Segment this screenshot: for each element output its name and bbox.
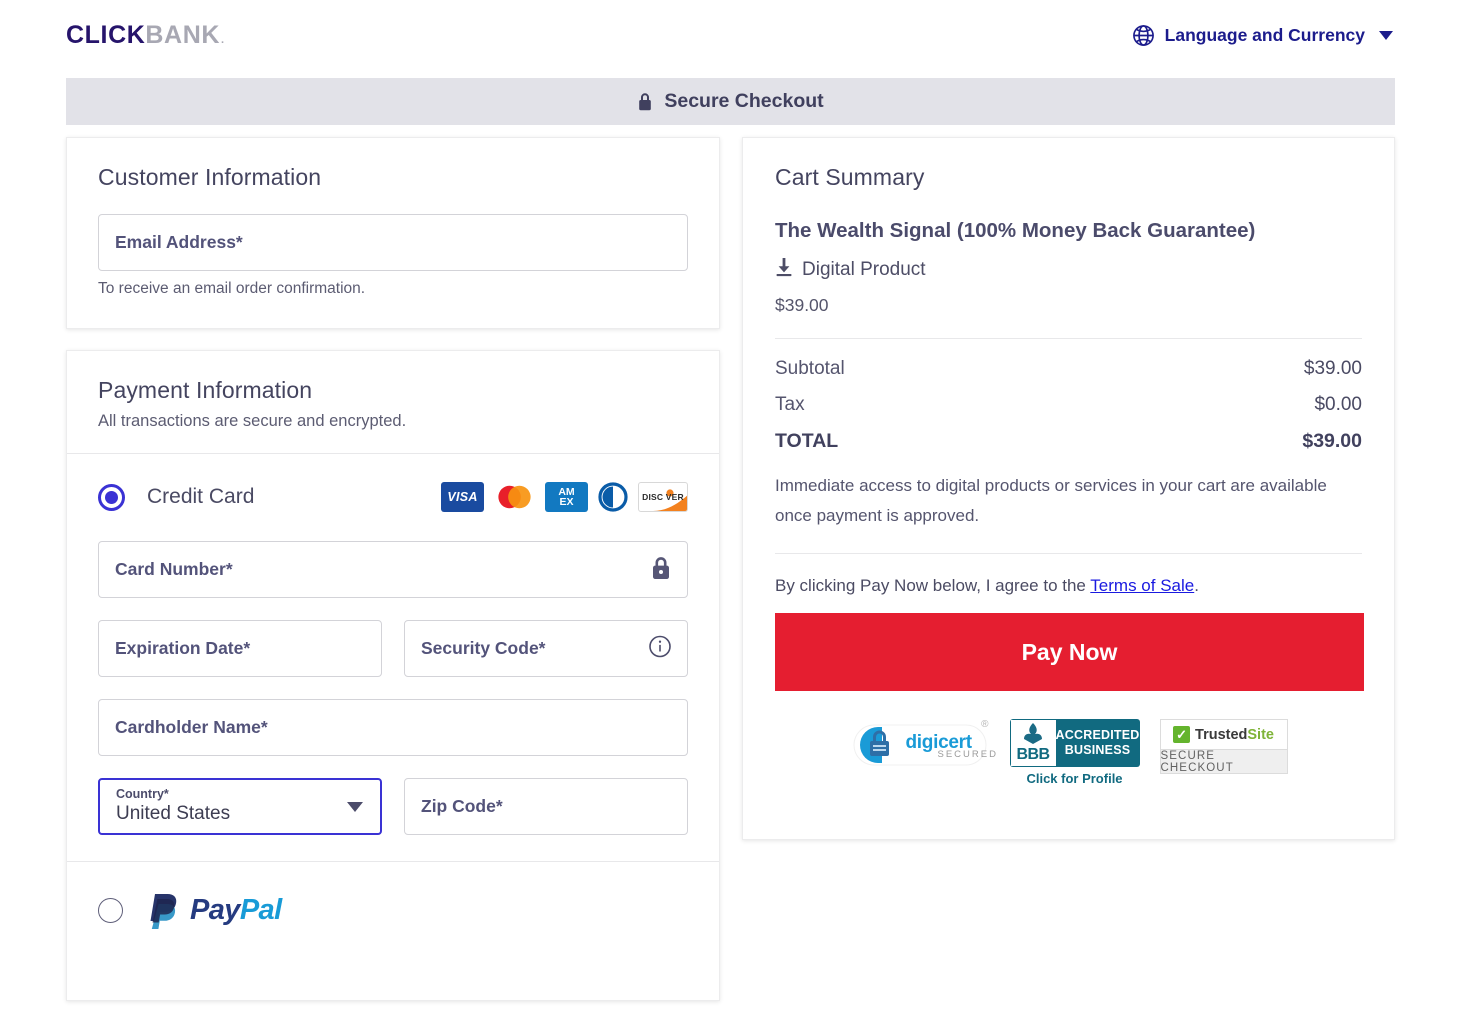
info-icon[interactable] bbox=[648, 634, 672, 663]
email-helper-text: To receive an email order confirmation. bbox=[98, 280, 366, 297]
digicert-secured-label: SECURED bbox=[937, 749, 998, 760]
card-number-placeholder: Card Number* bbox=[115, 559, 233, 579]
immediate-access-note: Immediate access to digital products or … bbox=[775, 476, 1327, 525]
expiration-date-field[interactable]: Expiration Date* bbox=[98, 620, 382, 677]
cart-summary-card: Cart Summary The Wealth Signal (100% Mon… bbox=[742, 137, 1395, 840]
globe-icon bbox=[1132, 24, 1155, 47]
chevron-down-icon bbox=[347, 801, 363, 812]
amex-icon: AM EX bbox=[545, 482, 588, 512]
expiration-date-placeholder: Expiration Date* bbox=[115, 638, 251, 658]
paypal-radio[interactable] bbox=[98, 897, 123, 923]
bbb-accredited-line1: ACCREDITED bbox=[1055, 728, 1140, 742]
subtotal-amount: $39.00 bbox=[1303, 358, 1362, 379]
product-type-label: Digital Product bbox=[802, 259, 926, 280]
trustedsite-word-trusted: Trusted bbox=[1195, 726, 1248, 743]
summary-line-subtotal: Subtotal $39.00 bbox=[775, 358, 1362, 380]
total-amount: $39.00 bbox=[1302, 430, 1362, 452]
paypal-word-pay: Pay bbox=[190, 893, 240, 926]
language-selector-label: Language and Currency bbox=[1164, 24, 1365, 45]
cardholder-name-field[interactable]: Cardholder Name* bbox=[98, 699, 688, 756]
logo-secondary-text: BANK bbox=[145, 20, 221, 49]
bbb-click-for-profile[interactable]: Click for Profile bbox=[1026, 771, 1122, 786]
subtotal-label: Subtotal bbox=[775, 358, 845, 379]
email-field[interactable]: Email Address* bbox=[98, 214, 688, 271]
diners-club-icon bbox=[597, 482, 629, 512]
bbb-accredited-line2: BUSINESS bbox=[1064, 743, 1131, 757]
tax-label: Tax bbox=[775, 394, 805, 415]
total-label: TOTAL bbox=[775, 430, 839, 452]
tax-amount: $0.00 bbox=[1314, 394, 1362, 415]
trustedsite-secure-checkout-label: SECURE CHECKOUT bbox=[1159, 749, 1288, 774]
paypal-mark-icon bbox=[150, 894, 177, 929]
security-code-field[interactable]: Security Code* bbox=[404, 620, 688, 677]
terms-of-sale-link[interactable]: Terms of Sale bbox=[1090, 576, 1194, 595]
paypal-word-pal: Pal bbox=[239, 893, 282, 926]
credit-card-label: Credit Card bbox=[147, 485, 255, 508]
payment-information-card: Payment Information All transactions are… bbox=[66, 350, 720, 1001]
secure-checkout-label: Secure Checkout bbox=[664, 90, 824, 112]
payment-method-paypal[interactable]: PayPal bbox=[98, 890, 688, 930]
terms-prefix: By clicking Pay Now below, I agree to th… bbox=[775, 576, 1091, 595]
bbb-badge[interactable]: BBB ACCREDITED BUSINESS Click for Profil… bbox=[1009, 719, 1140, 786]
summary-line-tax: Tax $0.00 bbox=[775, 394, 1362, 416]
cardholder-name-placeholder: Cardholder Name* bbox=[115, 717, 268, 737]
secure-checkout-banner: Secure Checkout bbox=[66, 78, 1395, 125]
terms-suffix: . bbox=[1194, 576, 1199, 595]
card-number-field[interactable]: Card Number* bbox=[98, 541, 688, 598]
country-select-value: United States bbox=[116, 803, 231, 824]
clickbank-logo: CLICK BANK. bbox=[66, 21, 225, 50]
product-price: $39.00 bbox=[775, 295, 829, 315]
security-code-placeholder: Security Code* bbox=[421, 638, 546, 658]
logo-primary-text: CLICK bbox=[66, 20, 146, 49]
bbb-wordmark: BBB bbox=[1016, 746, 1050, 763]
payment-information-title: Payment Information bbox=[98, 377, 313, 403]
trust-badges: digicert SECURED ® BBB ACCREDITED BUSINE… bbox=[775, 719, 1362, 786]
discover-icon: DISC VER bbox=[638, 482, 688, 512]
logo-trademark: . bbox=[221, 33, 225, 46]
trustedsite-badge[interactable]: ✓ TrustedSite SECURE CHECKOUT bbox=[1159, 719, 1288, 774]
paypal-logo: PayPal bbox=[145, 890, 282, 930]
page-header: CLICK BANK. Language and Currency bbox=[0, 0, 1471, 70]
product-type: Digital Product bbox=[775, 257, 1362, 283]
check-icon: ✓ bbox=[1173, 726, 1191, 743]
mastercard-icon bbox=[493, 482, 536, 512]
pay-now-button[interactable]: Pay Now bbox=[775, 613, 1364, 691]
checkout-page: CLICK BANK. Language and Currency Secure… bbox=[0, 0, 1471, 1013]
country-select-label: Country* bbox=[116, 787, 169, 801]
country-select[interactable]: Country* United States bbox=[98, 778, 382, 835]
chevron-down-icon bbox=[1379, 30, 1393, 40]
accepted-card-brands: VISA AM EX DISC VER bbox=[441, 482, 688, 512]
lock-icon bbox=[637, 92, 653, 111]
lock-icon bbox=[650, 555, 672, 585]
payment-information-subtitle: All transactions are secure and encrypte… bbox=[98, 412, 407, 430]
download-icon bbox=[775, 257, 793, 283]
credit-card-radio[interactable] bbox=[98, 483, 125, 511]
digicert-registered-mark: ® bbox=[981, 719, 989, 730]
summary-line-total: TOTAL $39.00 bbox=[775, 430, 1362, 453]
terms-agreement: By clicking Pay Now below, I agree to th… bbox=[775, 576, 1362, 596]
zip-code-field[interactable]: Zip Code* bbox=[404, 778, 688, 835]
bbb-seal-icon: BBB bbox=[1009, 719, 1056, 767]
cart-summary-title: Cart Summary bbox=[775, 164, 925, 190]
email-field-placeholder: Email Address* bbox=[115, 232, 243, 252]
customer-information-title: Customer Information bbox=[98, 164, 322, 190]
customer-information-card: Customer Information Email Address* To r… bbox=[66, 137, 720, 329]
visa-icon: VISA bbox=[441, 482, 484, 512]
digicert-badge[interactable]: digicert SECURED ® bbox=[850, 719, 996, 771]
payment-method-credit-card[interactable]: Credit Card VISA AM EX DISC VER bbox=[98, 482, 688, 512]
trustedsite-word-site: Site bbox=[1247, 726, 1274, 743]
product-name: The Wealth Signal (100% Money Back Guara… bbox=[775, 219, 1256, 242]
zip-code-placeholder: Zip Code* bbox=[421, 796, 503, 816]
language-and-currency-selector[interactable]: Language and Currency bbox=[1132, 24, 1393, 47]
